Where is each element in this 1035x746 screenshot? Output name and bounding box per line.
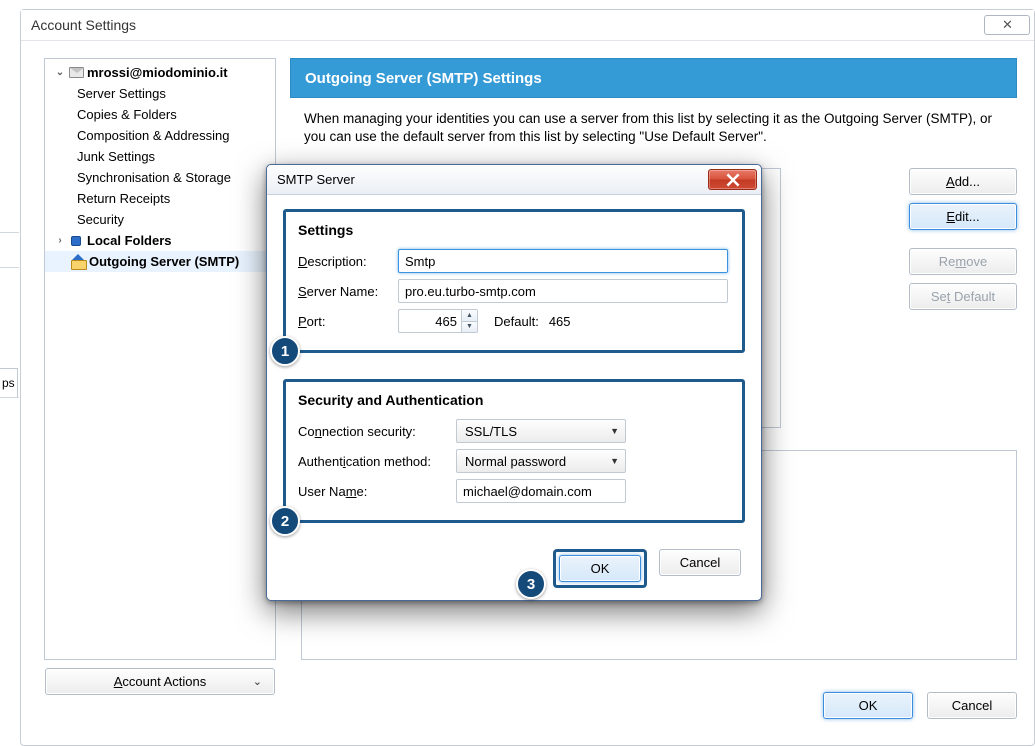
security-group-title: Security and Authentication	[298, 392, 730, 408]
remove-button: Remove	[909, 248, 1017, 275]
ok-highlight-ring: OK 3	[553, 549, 647, 588]
tree-item-receipts[interactable]: Return Receipts	[45, 188, 275, 209]
spin-up-icon[interactable]: ▲	[461, 310, 477, 322]
chevron-down-icon: ▼	[610, 456, 619, 466]
smtp-server-dialog: SMTP Server Settings Description: Server…	[266, 164, 762, 601]
port-spinner[interactable]: ▲▼	[461, 310, 477, 332]
outgoing-icon	[69, 256, 87, 268]
chevron-down-icon: ⌄	[253, 675, 262, 688]
port-label: Port:	[298, 314, 398, 329]
tree-item-junk[interactable]: Junk Settings	[45, 146, 275, 167]
tree-account-label: mrossi@miodominio.it	[85, 65, 228, 80]
window-titlebar: Account Settings ✕	[21, 10, 1034, 41]
ok-button[interactable]: OK	[823, 692, 913, 719]
tree-item-outgoing-smtp[interactable]: Outgoing Server (SMTP)	[45, 251, 275, 272]
modal-title: SMTP Server	[277, 172, 355, 187]
tree-item-composition[interactable]: Composition & Addressing	[45, 125, 275, 146]
tree-item-local-folders[interactable]: › Local Folders	[45, 230, 275, 251]
step-badge-2: 2	[270, 506, 300, 536]
server-buttons: Add... Edit... Remove Set Default	[909, 168, 1017, 318]
mail-icon	[67, 67, 85, 78]
step-badge-1: 1	[270, 336, 300, 366]
window-close-button[interactable]: ✕	[984, 15, 1030, 35]
section-description: When managing your identities you can us…	[290, 98, 1017, 156]
settings-group-title: Settings	[298, 222, 730, 238]
monitor-icon	[67, 236, 85, 246]
connection-security-label: Connection security:	[298, 424, 456, 439]
spin-down-icon[interactable]: ▼	[461, 322, 477, 333]
accounts-tree: ⌄ mrossi@miodominio.it Server Settings C…	[44, 58, 276, 660]
stray-tab: ps	[0, 368, 18, 398]
default-port-label: Default:	[494, 314, 539, 329]
modal-ok-button[interactable]: OK	[559, 555, 641, 582]
user-name-input[interactable]	[456, 479, 626, 503]
chevron-down-icon: ▼	[610, 426, 619, 436]
description-label: Description:	[298, 254, 398, 269]
cancel-button[interactable]: Cancel	[927, 692, 1017, 719]
tree-item-server-settings[interactable]: Server Settings	[45, 83, 275, 104]
window-title: Account Settings	[31, 17, 136, 33]
auth-method-label: Authentication method:	[298, 454, 456, 469]
close-icon	[726, 173, 740, 187]
add-button[interactable]: Add...	[909, 168, 1017, 195]
tree-item-security[interactable]: Security	[45, 209, 275, 230]
tree-item-sync[interactable]: Synchronisation & Storage	[45, 167, 275, 188]
auth-method-select[interactable]: Normal password▼	[456, 449, 626, 473]
modal-cancel-button[interactable]: Cancel	[659, 549, 741, 576]
section-header: Outgoing Server (SMTP) Settings	[290, 58, 1017, 98]
edit-button[interactable]: Edit...	[909, 203, 1017, 230]
description-input[interactable]	[398, 249, 728, 273]
account-actions-dropdown[interactable]: Account Actions ⌄	[45, 668, 275, 695]
server-name-label: Server Name:	[298, 284, 398, 299]
stray-divider-top	[0, 232, 19, 268]
server-name-input[interactable]	[398, 279, 728, 303]
modal-close-button[interactable]	[708, 169, 757, 190]
settings-group: Settings Description: Server Name: Port:…	[283, 209, 745, 353]
expand-icon[interactable]: ›	[53, 235, 67, 246]
modal-titlebar: SMTP Server	[267, 165, 761, 195]
default-port-value: 465	[549, 314, 571, 329]
set-default-button: Set Default	[909, 283, 1017, 310]
stray-divider-bottom	[0, 397, 19, 732]
tree-account-row[interactable]: ⌄ mrossi@miodominio.it	[45, 62, 275, 83]
tree-item-copies-folders[interactable]: Copies & Folders	[45, 104, 275, 125]
step-badge-3: 3	[516, 569, 546, 599]
modal-footer: OK 3 Cancel	[283, 549, 745, 588]
connection-security-select[interactable]: SSL/TLS▼	[456, 419, 626, 443]
dialog-footer: OK Cancel	[823, 692, 1017, 719]
account-actions-label: Account Actions	[114, 674, 207, 689]
user-name-label: User Name:	[298, 484, 456, 499]
security-group: Security and Authentication Connection s…	[283, 379, 745, 523]
collapse-icon[interactable]: ⌄	[53, 67, 67, 78]
